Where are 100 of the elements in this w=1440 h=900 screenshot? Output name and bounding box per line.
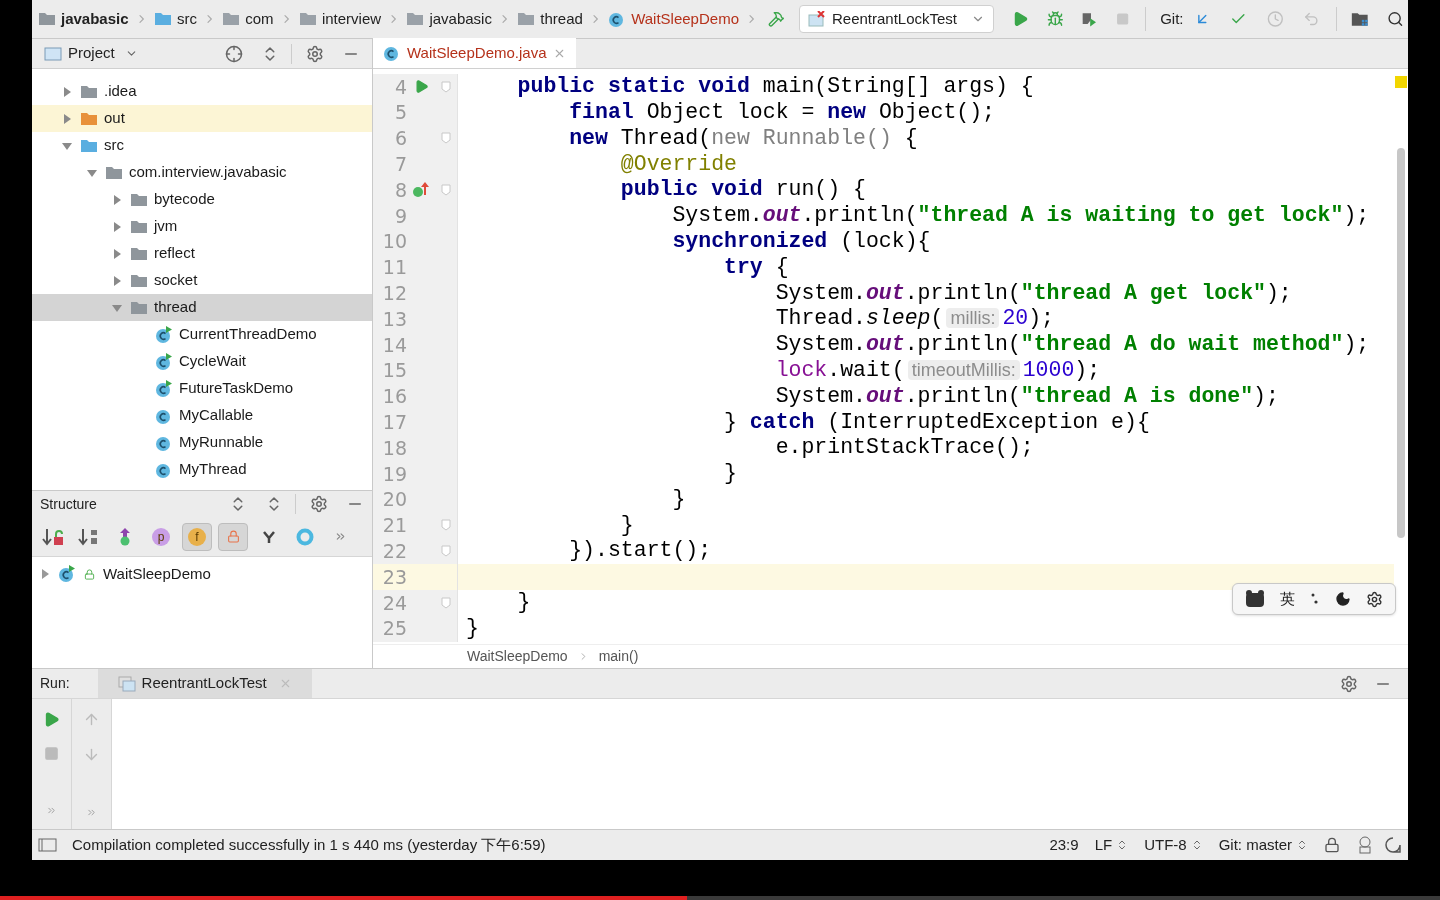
tree-row[interactable]: jvm [32, 213, 372, 240]
tree-row[interactable]: MyCallable [32, 402, 372, 429]
tree-row[interactable]: com.interview.javabasic [32, 159, 372, 186]
up-arrow-icon[interactable] [83, 711, 100, 728]
clock-icon[interactable] [1266, 9, 1284, 29]
tree-row[interactable]: thread [32, 294, 372, 321]
line-number: 17 [381, 410, 407, 435]
stop-icon[interactable] [44, 746, 59, 761]
language-toggle[interactable]: 英 [1279, 587, 1295, 611]
expand-arrow-icon[interactable] [40, 569, 50, 579]
tree-label: src [104, 135, 124, 156]
crosshair-icon[interactable] [225, 44, 243, 63]
hammer-icon[interactable] [768, 9, 785, 29]
editor-tab[interactable]: WaitSleepDemo.java [373, 38, 576, 68]
punctuation-icon[interactable] [1309, 592, 1320, 606]
folder-icon [298, 12, 317, 26]
tree-row[interactable]: CycleWait [32, 348, 372, 375]
more-icon[interactable] [86, 807, 97, 818]
inherited-icon [118, 527, 132, 546]
fold-marker-icon[interactable] [441, 184, 451, 197]
tree-row[interactable]: reflect [32, 240, 372, 267]
project-structure-icon[interactable] [1350, 10, 1370, 28]
status-item[interactable]: Git: master [1218, 833, 1308, 857]
expand-arrow-icon[interactable] [62, 140, 72, 151]
fold-marker-icon[interactable] [441, 519, 451, 532]
tree-label: MyThread [179, 459, 247, 480]
tree-label: bytecode [154, 189, 215, 210]
dropdown-icon [1296, 839, 1308, 851]
moon-icon[interactable] [1335, 591, 1352, 607]
breadcrumb[interactable]: main() [598, 646, 639, 667]
tab-label: WaitSleepDemo.java [407, 42, 547, 63]
run-icon[interactable] [1012, 9, 1029, 29]
tree-row[interactable]: src [32, 132, 372, 159]
folder-icon [222, 12, 241, 26]
inspector-icon[interactable] [1356, 835, 1374, 855]
status-item[interactable]: 23:9 [1049, 833, 1079, 857]
breadcrumb[interactable]: interview [296, 7, 384, 31]
line-number: 16 [381, 384, 407, 410]
code-text: e.printStackTrace(); [774, 437, 1034, 459]
structure-tool-button[interactable]: f [182, 522, 212, 551]
breadcrumb[interactable]: src [151, 7, 199, 31]
expand-arrow-icon[interactable] [62, 113, 72, 124]
breadcrumb[interactable]: WaitSleepDemo [467, 646, 568, 667]
tree-row[interactable]: MyRunnable [32, 429, 372, 456]
warning-marker[interactable] [1395, 76, 1408, 88]
tree-row[interactable]: bytecode [32, 186, 372, 213]
line-number: 13 [381, 306, 407, 332]
tree-label: socket [154, 270, 198, 291]
structure-tool-button[interactable]: p [146, 522, 176, 551]
paw-icon[interactable] [1244, 590, 1265, 608]
fold-marker-icon[interactable] [441, 596, 451, 609]
breadcrumb[interactable]: javabasic [36, 7, 131, 31]
code-text: System.out.println("thread A is done"); [774, 385, 1279, 408]
status-item[interactable]: UTF-8 [1144, 833, 1203, 857]
more-icon[interactable] [334, 530, 347, 543]
expand-arrow-icon[interactable] [62, 86, 72, 97]
fold-marker-icon[interactable] [441, 132, 451, 145]
tree-row[interactable]: CurrentThreadDemo [32, 321, 372, 348]
line-number: 22 [381, 539, 407, 564]
override-gutter-icon[interactable] [412, 181, 430, 200]
tree-label: MyCallable [179, 405, 254, 426]
fold-marker-icon[interactable] [441, 80, 451, 93]
tree-row[interactable]: out [32, 105, 372, 132]
fold-marker-icon[interactable] [441, 545, 451, 558]
member-filter-icon: p [152, 527, 170, 546]
settings-icon[interactable] [1366, 590, 1384, 608]
run-configuration-dropdown[interactable]: ReentrantLockTest [798, 5, 995, 33]
panel-toggle-icon[interactable] [38, 837, 58, 853]
tree-row[interactable]: WaitSleepDemo [32, 561, 372, 587]
expand-arrow-icon[interactable] [112, 194, 122, 205]
status-item[interactable]: LF [1094, 833, 1129, 857]
run-tab[interactable]: ReentrantLockTest [97, 669, 312, 698]
breadcrumb[interactable]: com [220, 7, 276, 31]
lock-icon[interactable] [1324, 837, 1340, 853]
notifications-icon[interactable] [1384, 836, 1402, 854]
tree-label: MyRunnable [179, 432, 264, 453]
search-icon[interactable] [1387, 9, 1404, 29]
expand-arrow-icon[interactable] [112, 248, 122, 259]
code-text: }).start(); [568, 540, 712, 562]
breadcrumb[interactable]: thread [515, 7, 585, 31]
expand-arrow-icon[interactable] [112, 275, 122, 286]
expand-arrow-icon[interactable] [112, 221, 122, 232]
tree-label: com.interview.javabasic [129, 162, 287, 183]
scrollbar-thumb[interactable] [1397, 148, 1406, 538]
breadcrumb[interactable]: WaitSleepDemo [606, 7, 741, 31]
module-icon [38, 12, 56, 26]
tree-row[interactable]: FutureTaskDemo [32, 375, 372, 402]
more-icon[interactable] [46, 805, 57, 816]
run-gutter-icon[interactable] [413, 79, 429, 95]
project-view-dropdown[interactable]: Project [44, 42, 138, 65]
bug-icon[interactable] [1046, 9, 1064, 29]
expand-arrow-icon[interactable] [112, 302, 122, 313]
breadcrumb[interactable]: javabasic [404, 7, 494, 31]
tree-row[interactable]: .idea [32, 78, 372, 105]
run-icon[interactable] [43, 711, 60, 728]
down-arrow-icon[interactable] [83, 746, 100, 763]
expand-arrow-icon[interactable] [87, 167, 97, 178]
tree-row[interactable]: socket [32, 267, 372, 294]
tree-row[interactable]: MyThread [32, 456, 372, 483]
breadcrumb-label: WaitSleepDemo [631, 8, 739, 29]
